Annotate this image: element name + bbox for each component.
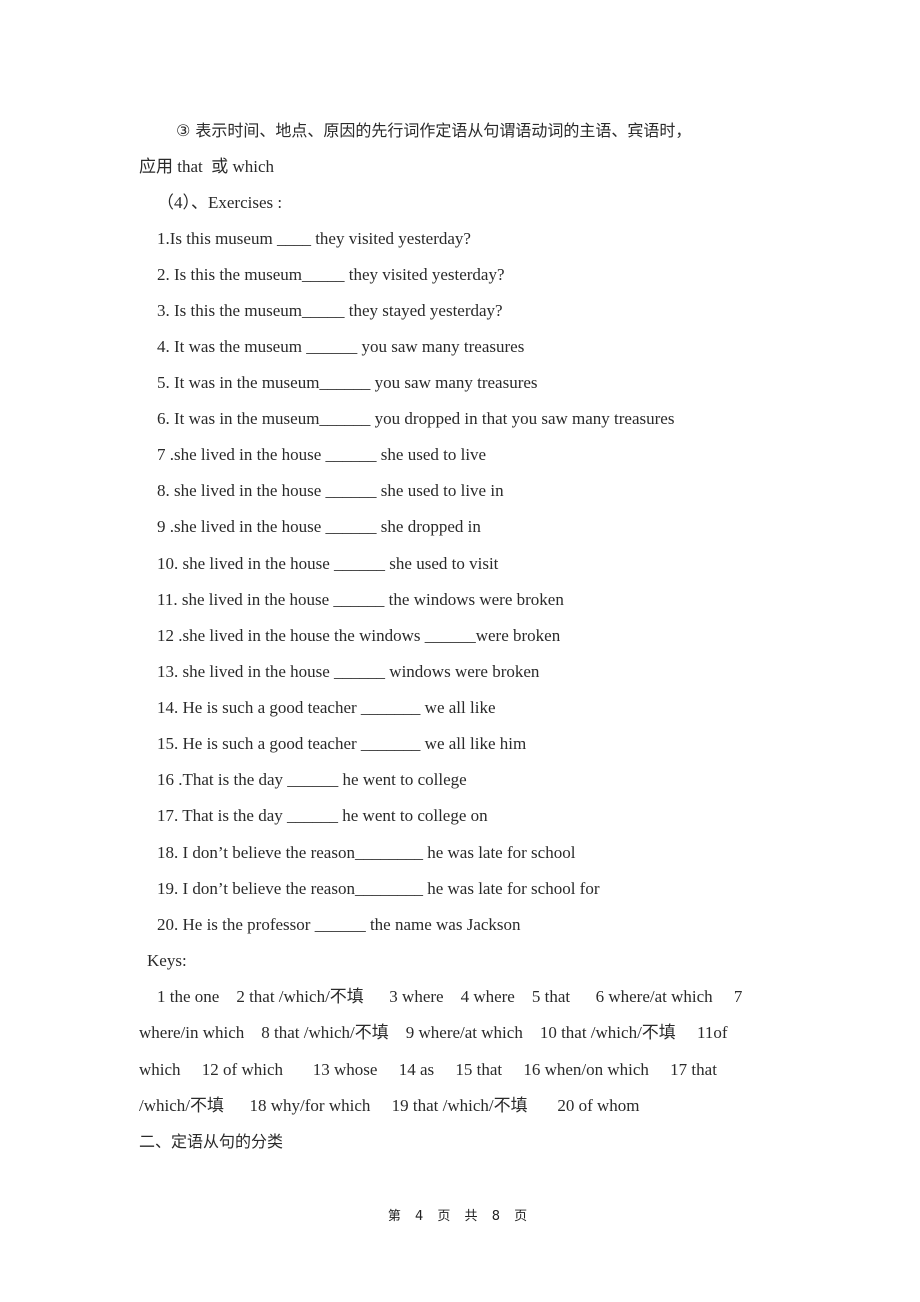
exercise-item: 6. It was in the museum______ you droppe…: [157, 409, 675, 428]
keys-heading: Keys:: [147, 951, 187, 970]
exercise-item: 9 .she lived in the house ______ she dro…: [157, 517, 481, 536]
exercise-item: 10. she lived in the house ______ she us…: [157, 554, 499, 573]
exercises-heading: （4）、Exercises :: [157, 193, 283, 212]
exercise-item: 5. It was in the museum______ you saw ma…: [157, 373, 538, 392]
exercise-item: 19. I don’t believe the reason________ h…: [157, 879, 600, 898]
exercise-item: 2. Is this the museum_____ they visited …: [157, 265, 505, 284]
exercise-item: 15. He is such a good teacher _______ we…: [157, 734, 527, 753]
exercise-item: 16 .That is the day ______ he went to co…: [157, 770, 467, 789]
exercise-item: 1.Is this museum ____ they visited yeste…: [157, 229, 471, 248]
exercise-item: 14. He is such a good teacher _______ we…: [157, 698, 496, 717]
page-footer: 第 4 页 共 8 页: [387, 1209, 533, 1224]
exercise-item: 8. she lived in the house ______ she use…: [157, 481, 504, 500]
exercise-item: 4. It was the museum ______ you saw many…: [157, 337, 525, 356]
keys-line: which 12 of which 13 whose 14 as 15 that…: [139, 1060, 717, 1079]
exercise-item: 17. That is the day ______ he went to co…: [157, 806, 488, 825]
keys-line: /which/不填 18 why/for which 19 that /whic…: [139, 1096, 640, 1115]
rule-3-line-2: 应用 that 或 which: [139, 157, 275, 176]
exercise-item: 11. she lived in the house ______ the wi…: [157, 590, 564, 609]
exercise-item: 12 .she lived in the house the windows _…: [157, 626, 561, 645]
section-heading: 二、定语从句的分类: [139, 1132, 284, 1151]
exercise-item: 13. she lived in the house ______ window…: [157, 662, 540, 681]
exercise-item: 7 .she lived in the house ______ she use…: [157, 445, 487, 464]
exercise-item: 3. Is this the museum_____ they stayed y…: [157, 301, 503, 320]
keys-line: 1 the one 2 that /which/不填 3 where 4 whe…: [157, 987, 743, 1006]
exercise-item: 18. I don’t believe the reason________ h…: [157, 843, 576, 862]
keys-line: where/in which 8 that /which/不填 9 where/…: [139, 1023, 728, 1042]
exercise-item: 20. He is the professor ______ the name …: [157, 915, 521, 934]
rule-3-line-1: ③ 表示时间、地点、原因的先行词作定语从句谓语动词的主语、宾语时，: [176, 121, 692, 140]
